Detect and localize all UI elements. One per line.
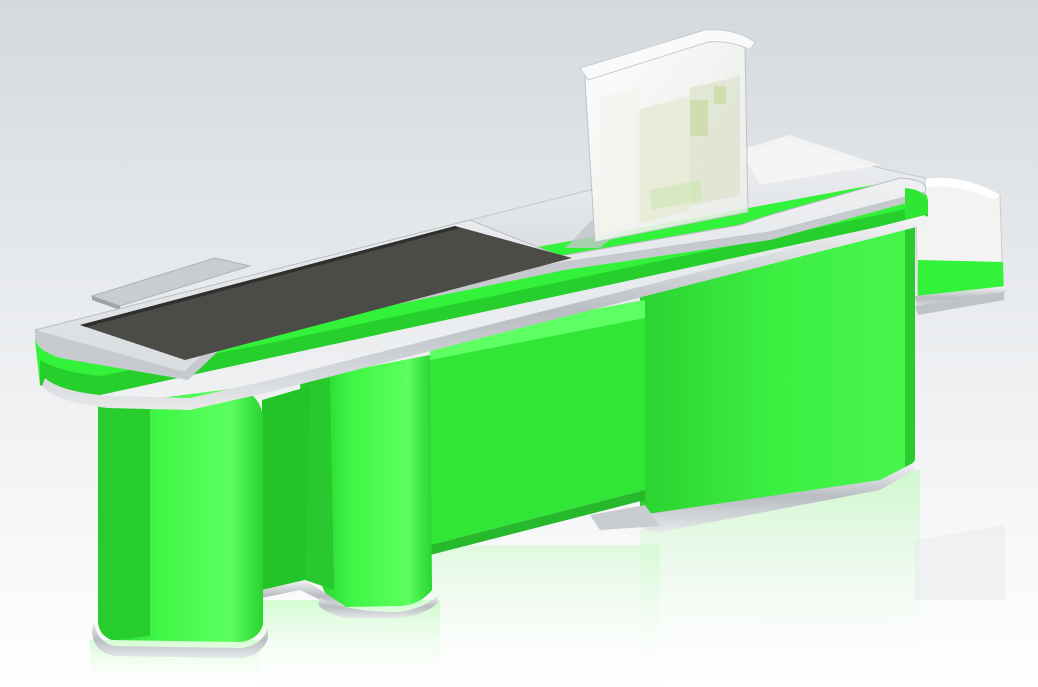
scanner-shield <box>579 29 756 243</box>
checkout-counter-render <box>0 0 1038 687</box>
bagging-area <box>914 177 1007 315</box>
render-viewport <box>0 0 1038 687</box>
